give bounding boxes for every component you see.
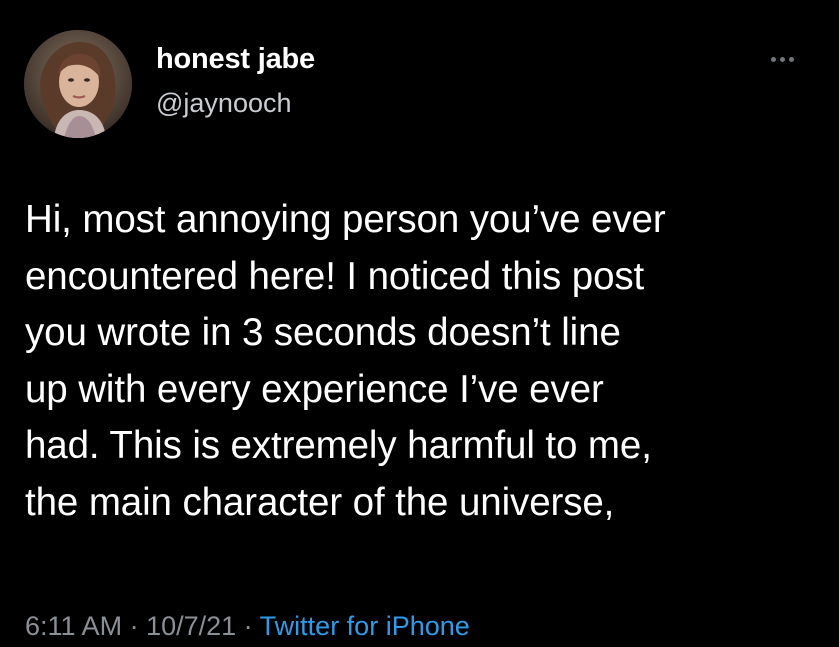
meta-separator: · — [122, 611, 147, 641]
avatar-photo — [24, 30, 132, 138]
more-dot — [788, 56, 794, 62]
tweet-card: honest jabe @jaynooch Hi, most annoying … — [0, 0, 839, 647]
tweet-text-line: Hi, most annoying person you’ve ever — [25, 198, 666, 241]
more-options-icon[interactable] — [760, 48, 804, 70]
tweet-metadata: 6:11 AM · 10/7/21 · Twitter for iPhone — [25, 611, 470, 642]
tweet-text-line: you wrote in 3 seconds doesn’t line — [25, 311, 621, 354]
author-handle[interactable]: @jaynooch — [156, 88, 292, 119]
author-display-name[interactable]: honest jabe — [156, 43, 315, 76]
meta-separator: · — [236, 611, 260, 641]
tweet-date[interactable]: 10/7/21 — [146, 611, 236, 641]
tweet-text-line: encountered here! I noticed this post — [25, 254, 645, 298]
avatar[interactable] — [24, 30, 132, 138]
more-dot — [779, 56, 785, 62]
tweet-text: Hi, most annoying person you’ve ever enc… — [25, 192, 825, 531]
tweet-time[interactable]: 6:11 AM — [25, 611, 122, 641]
tweet-text-line: had. This is extremely harmful to me, — [25, 424, 652, 467]
tweet-source-link[interactable]: Twitter for iPhone — [260, 611, 470, 641]
tweet-text-line: up with every experience I’ve ever — [25, 367, 604, 411]
more-dot — [770, 56, 776, 62]
tweet-text-line: the main character of the universe, — [25, 480, 615, 524]
